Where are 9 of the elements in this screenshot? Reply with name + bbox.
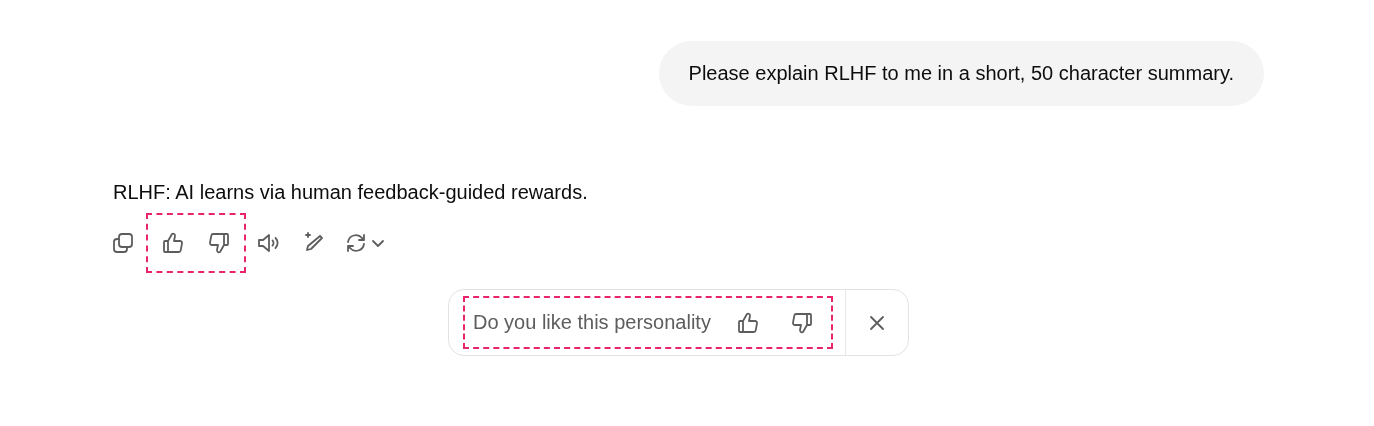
- thumbs-down-icon: [789, 310, 814, 335]
- feedback-question: Do you like this personality: [473, 311, 711, 334]
- thumbs-up-icon: [735, 310, 760, 335]
- assistant-message: RLHF: AI learns via human feedback-guided rewards.: [113, 181, 588, 204]
- thumbs-down-icon: [207, 231, 231, 255]
- user-message-bubble: Please explain RLHF to me in a short, 50 character summary.: [658, 41, 1264, 106]
- copy-icon: [111, 231, 135, 255]
- refresh-icon: [344, 231, 368, 255]
- thumbs-up-icon: [161, 231, 185, 255]
